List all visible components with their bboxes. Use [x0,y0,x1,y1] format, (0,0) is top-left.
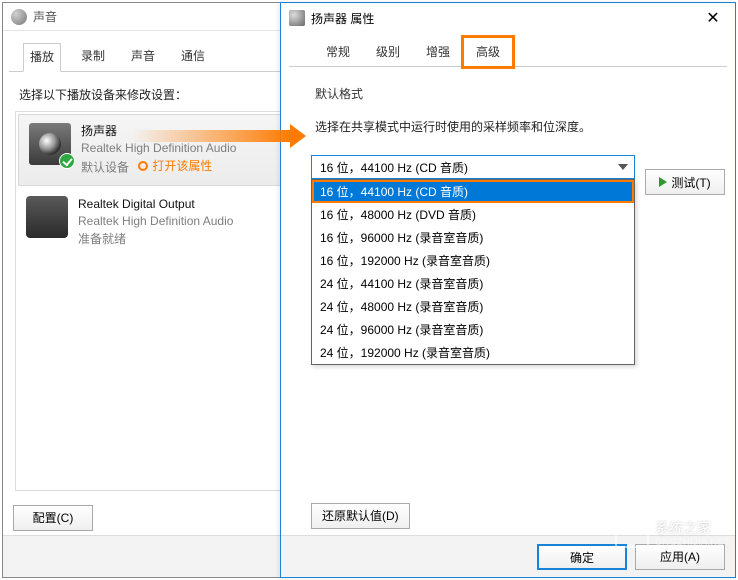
props-tabs: 常规 级别 增强 高级 [289,33,727,67]
annotation-arrow-icon [132,130,292,142]
default-format-desc: 选择在共享模式中运行时使用的采样频率和位深度。 [315,118,735,135]
test-button[interactable]: 测试(T) [645,169,725,195]
restore-defaults-button[interactable]: 还原默认值(D) [311,503,410,529]
annotation-open-props: 打开该属性 [138,158,212,175]
format-dropdown: 16 位，44100 Hz (CD 音质) 16 位，48000 Hz (DVD… [311,179,635,365]
format-option[interactable]: 24 位，48000 Hz (录音室音质) [312,295,634,318]
watermark-logo-icon [615,520,649,548]
watermark-name: 系统之家 [655,521,730,536]
ok-button[interactable]: 确定 [537,544,627,570]
tab-comm[interactable]: 通信 [175,43,211,71]
format-option[interactable]: 16 位，48000 Hz (DVD 音质) [312,203,634,226]
device-status: 默认设备 [81,160,129,174]
watermark-domain: ONGZHIJIA.NET [655,537,730,547]
tab-enhance[interactable]: 增强 [413,37,463,66]
digital-out-icon [26,196,68,238]
format-option[interactable]: 24 位，96000 Hz (录音室音质) [312,318,634,341]
speaker-icon [29,123,71,165]
device-status: 准备就绪 [78,231,233,248]
format-option[interactable]: 16 位，192000 Hz (录音室音质) [312,249,634,272]
format-combobox[interactable]: 16 位，44100 Hz (CD 音质) [311,155,635,179]
device-sub: Realtek High Definition Audio [81,140,236,157]
close-button[interactable]: ✕ [691,3,735,33]
watermark: 系统之家 ONGZHIJIA.NET [615,520,730,548]
speaker-properties-window: 扬声器 属性 ✕ 常规 级别 增强 高级 默认格式 选择在共享模式中运行时使用的… [280,2,736,578]
annotation-dot-icon [138,161,148,171]
tab-advanced[interactable]: 高级 [463,37,513,67]
default-check-icon [59,153,75,169]
sound-icon [11,9,27,25]
sound-title: 声音 [33,8,57,25]
device-sub: Realtek High Definition Audio [78,213,233,230]
format-option[interactable]: 24 位，44100 Hz (录音室音质) [312,272,634,295]
tab-sounds[interactable]: 声音 [125,43,161,71]
format-option[interactable]: 16 位，96000 Hz (录音室音质) [312,226,634,249]
speaker-small-icon [289,10,305,26]
props-titlebar: 扬声器 属性 ✕ [281,3,735,33]
device-name: Realtek Digital Output [78,196,233,213]
tab-general[interactable]: 常规 [313,37,363,66]
play-icon [659,177,667,187]
tab-playback[interactable]: 播放 [23,43,61,72]
format-option[interactable]: 24 位，192000 Hz (录音室音质) [312,341,634,364]
format-value: 16 位，44100 Hz (CD 音质) [320,159,468,176]
tab-levels[interactable]: 级别 [363,37,413,66]
chevron-down-icon [618,164,628,170]
tab-recording[interactable]: 录制 [75,43,111,71]
format-option[interactable]: 16 位，44100 Hz (CD 音质) [312,180,634,203]
props-title: 扬声器 属性 [311,10,691,27]
configure-button[interactable]: 配置(C) [13,505,93,531]
default-format-label: 默认格式 [315,85,735,102]
